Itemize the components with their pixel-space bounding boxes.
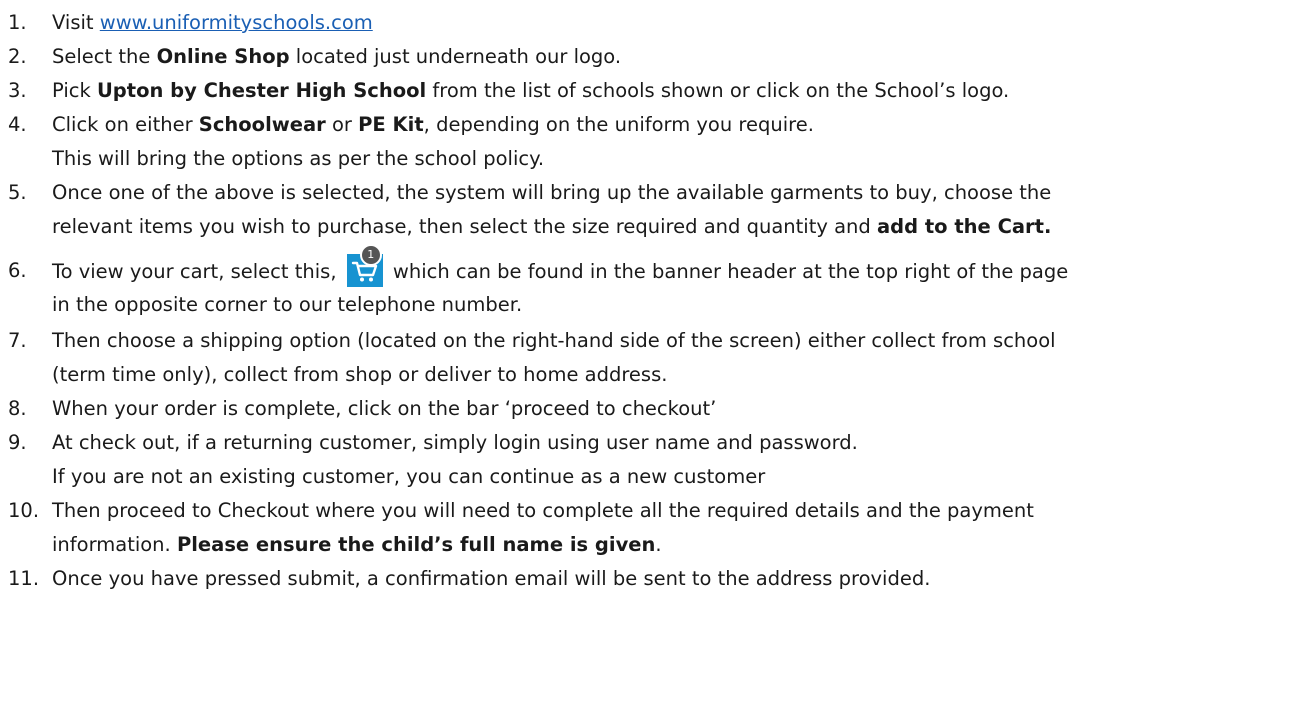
- step-number: 11.: [8, 567, 40, 590]
- schoolwear-label: Schoolwear: [198, 113, 326, 136]
- step-number: 9.: [8, 431, 27, 454]
- step-text: Click on either Schoolwear or PE Kit, de…: [52, 113, 814, 136]
- step-text: Once one of the above is selected, the s…: [52, 181, 1052, 204]
- step-text-continued: in the opposite corner to our telephone …: [52, 293, 523, 316]
- shopping-cart-icon: 1: [346, 244, 383, 287]
- step-text: When your order is complete, click on th…: [52, 397, 717, 420]
- step-text-continued: relevant items you wish to purchase, the…: [52, 215, 1052, 238]
- instructions-document: 1. Visit www.uniformityschools.com 2. Se…: [0, 0, 1303, 725]
- school-name: Upton by Chester High School: [96, 79, 427, 102]
- step-number: 10.: [8, 499, 40, 522]
- add-to-cart-label: add to the Cart.: [876, 215, 1052, 238]
- step-text: To view your cart, select this, 1 which …: [52, 244, 1068, 289]
- step-text: Select the Online Shop located just unde…: [52, 45, 622, 68]
- website-link[interactable]: www.uniformityschools.com: [100, 11, 373, 34]
- step-number: 5.: [8, 181, 27, 204]
- step-number: 1.: [8, 11, 27, 34]
- step-number: 7.: [8, 329, 27, 352]
- step-number: 2.: [8, 45, 27, 68]
- step-text: At check out, if a returning customer, s…: [52, 431, 858, 454]
- step-number: 6.: [8, 259, 27, 282]
- step-number: 4.: [8, 113, 27, 136]
- step-number: 3.: [8, 79, 27, 102]
- online-shop-label: Online Shop: [156, 45, 290, 68]
- step-text: Once you have pressed submit, a confirma…: [52, 567, 931, 590]
- step-text: Then choose a shipping option (located o…: [52, 329, 1056, 352]
- cart-count-badge: 1: [359, 244, 382, 266]
- step-text: Visit www.uniformityschools.com: [52, 11, 373, 34]
- pe-kit-label: PE Kit: [358, 113, 424, 136]
- step-text: Then proceed to Checkout where you will …: [52, 499, 1034, 522]
- step-text: Pick Upton by Chester High School from t…: [52, 79, 1010, 102]
- step-number: 8.: [8, 397, 27, 420]
- step-text-continued: This will bring the options as per the s…: [52, 147, 545, 170]
- step-text-continued: information. Please ensure the child’s f…: [52, 533, 662, 556]
- step-text-continued: If you are not an existing customer, you…: [52, 465, 766, 488]
- step-text-continued: (term time only), collect from shop or d…: [52, 363, 668, 386]
- child-name-notice: Please ensure the child’s full name is g…: [176, 533, 656, 556]
